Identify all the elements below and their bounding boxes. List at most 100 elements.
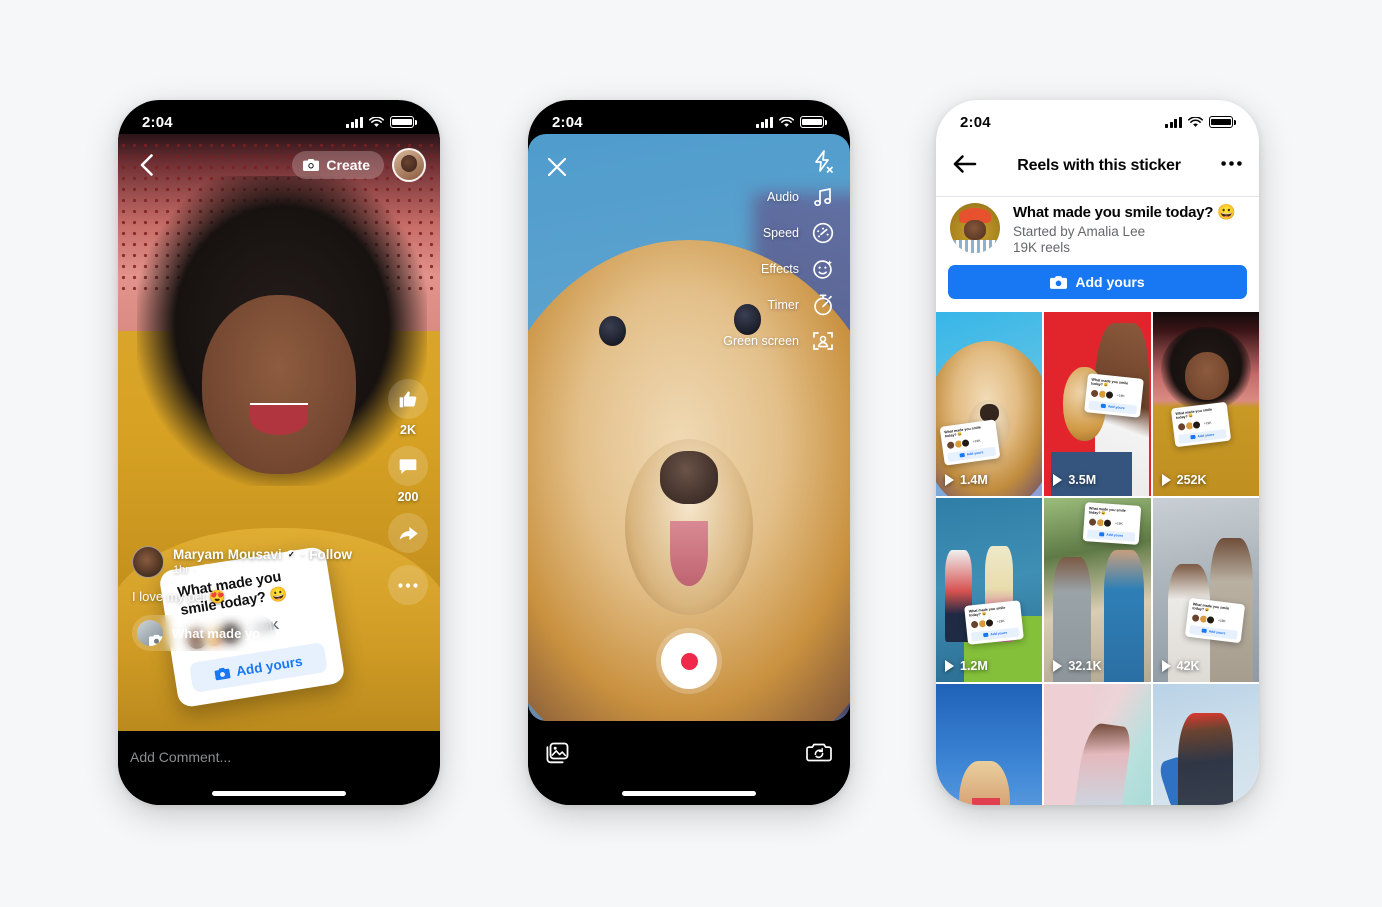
ellipsis-icon <box>398 582 418 588</box>
share-icon <box>399 526 418 540</box>
home-indicator <box>622 791 756 796</box>
back-button[interactable] <box>953 154 977 179</box>
mini-add-yours-label: Add yours <box>1197 432 1215 439</box>
add-yours-label: Add yours <box>1075 274 1145 290</box>
effects-sparkle-face-icon <box>810 256 836 282</box>
camera-icon <box>983 633 989 638</box>
reel-grid-item[interactable]: What made you smile today? 😀 +19K Add your… <box>1044 498 1151 682</box>
sticker-prompt-block: What made you smile today? 😀 Started by … <box>936 203 1259 255</box>
author-separator: · <box>300 547 306 563</box>
profile-avatar[interactable] <box>392 148 426 182</box>
mini-sticker-count: +19K <box>1203 421 1212 427</box>
status-time: 2:04 <box>960 113 991 131</box>
camera-icon <box>1050 275 1068 289</box>
follow-button[interactable]: Follow <box>309 547 352 563</box>
reel-grid-item[interactable] <box>1044 684 1151 805</box>
record-button[interactable] <box>661 633 717 689</box>
mini-sticker-add-yours: Add yours <box>1177 429 1227 444</box>
create-button[interactable]: Create <box>292 151 384 179</box>
tool-speed[interactable]: Speed <box>723 220 836 246</box>
sticker-add-yours-label: Add yours <box>235 653 304 679</box>
play-icon <box>1161 660 1171 672</box>
participant-avatar <box>1104 390 1115 400</box>
mini-sticker-count: +19K <box>996 619 1005 625</box>
tool-effects[interactable]: Effects <box>723 256 836 282</box>
subject-tongue <box>669 521 709 586</box>
author-row[interactable]: Maryam Mousavi ✓ · Follow 1hr · <box>132 546 374 578</box>
creator-avatar[interactable] <box>950 203 1000 253</box>
mini-sticker-count: +19K <box>1217 618 1226 624</box>
close-button[interactable] <box>546 156 568 183</box>
tool-label: Green screen <box>723 334 799 348</box>
tool-audio[interactable]: Audio <box>723 184 836 210</box>
comment-count: 200 <box>397 490 419 504</box>
camera-icon <box>1099 532 1105 537</box>
gallery-button[interactable] <box>544 741 570 770</box>
mini-add-yours-label: Add yours <box>990 631 1008 637</box>
mini-sticker-card: What made you smile today? 😀 +19K Add your… <box>1084 373 1145 418</box>
camera-icon <box>1201 628 1207 634</box>
green-screen-icon <box>810 328 836 354</box>
reel-grid-item[interactable]: What made you smile today? 😀 +19K Add your… <box>1044 312 1151 496</box>
like-button[interactable] <box>388 379 428 419</box>
wifi-icon <box>1188 116 1203 127</box>
subject-nose <box>660 450 718 504</box>
battery-icon <box>1209 116 1236 128</box>
phone-sticker-gallery: Reels with this sticker What made you sm… <box>936 100 1259 805</box>
camera-icon <box>149 634 163 646</box>
tool-label: Effects <box>761 262 799 276</box>
reel-grid-item[interactable]: What made you smile today? 😀 +19K Add your… <box>1152 498 1259 682</box>
tool-green-screen[interactable]: Green screen <box>723 328 836 354</box>
create-label: Create <box>326 157 370 173</box>
gallery-icon <box>546 742 569 764</box>
reel-grid-item[interactable] <box>936 684 1043 805</box>
mini-sticker-card: What made you smile today? 😀 +19K Add your… <box>1170 401 1231 448</box>
mini-sticker-card: What made you smile today? 😀 +19K Add your… <box>964 600 1024 645</box>
flip-camera-button[interactable] <box>806 741 832 769</box>
mini-add-yours-label: Add yours <box>1108 404 1126 411</box>
tool-label: Audio <box>767 190 799 204</box>
reel-grid-item[interactable] <box>1152 684 1259 805</box>
comment-placeholder: Add Comment... <box>130 749 232 765</box>
add-yours-button[interactable]: Add yours <box>948 265 1247 299</box>
mini-add-yours-label: Add yours <box>1208 629 1226 636</box>
ellipsis-icon <box>1221 160 1242 166</box>
reel-grid-item[interactable]: What made you smile today? 😀 +19K Add your… <box>936 312 1043 496</box>
camera-icon <box>303 159 320 171</box>
reel-thumbnail-art <box>936 684 1043 805</box>
tool-flash[interactable] <box>723 148 836 174</box>
mini-sticker-count: +19K <box>1115 521 1124 527</box>
camera-icon <box>959 453 966 459</box>
verified-badge-icon: ✓ <box>285 549 297 561</box>
mini-sticker-add-yours: Add yours <box>1188 625 1238 640</box>
reels-grid: What made you smile today? 😀 +19K Add your… <box>936 312 1259 805</box>
reel-video-surface[interactable]: Create What made you smile today? 😀 +19K… <box>118 134 440 731</box>
battery-icon <box>800 116 827 128</box>
comment-button[interactable] <box>388 446 428 486</box>
mini-sticker-add-yours: Add yours <box>1088 400 1138 415</box>
share-button[interactable] <box>388 513 428 553</box>
phone-reel-viewer: Create What made you smile today? 😀 +19K… <box>118 100 440 805</box>
flip-camera-icon <box>806 743 832 762</box>
status-bar: 2:04 <box>528 100 850 144</box>
reel-thumbnail-art <box>936 498 1043 682</box>
close-icon <box>547 157 567 177</box>
back-button[interactable] <box>132 151 160 179</box>
more-options-button[interactable] <box>1221 159 1242 174</box>
tool-timer[interactable]: Timer <box>723 292 836 318</box>
mini-sticker-count: +19K <box>1117 393 1126 399</box>
wifi-icon <box>369 116 384 127</box>
reel-grid-item[interactable]: What made you smile today? 😀 +19K Add your… <box>1152 312 1259 496</box>
like-count: 2K <box>400 423 416 437</box>
view-count: 1.2M <box>960 659 988 673</box>
more-options-button[interactable] <box>388 565 428 605</box>
globe-icon <box>200 564 213 577</box>
reel-grid-item[interactable]: What made you smile today? 😀 +19K Add your… <box>936 498 1043 682</box>
meta-separator: · <box>192 563 197 576</box>
wifi-icon <box>779 116 794 127</box>
sticker-attribution-chip[interactable]: What made yo <box>132 615 277 651</box>
participant-avatar <box>1205 614 1216 625</box>
author-avatar[interactable] <box>132 546 164 578</box>
view-count: 3.5M <box>1068 473 1097 487</box>
view-count-badge: 252K <box>1161 473 1207 487</box>
